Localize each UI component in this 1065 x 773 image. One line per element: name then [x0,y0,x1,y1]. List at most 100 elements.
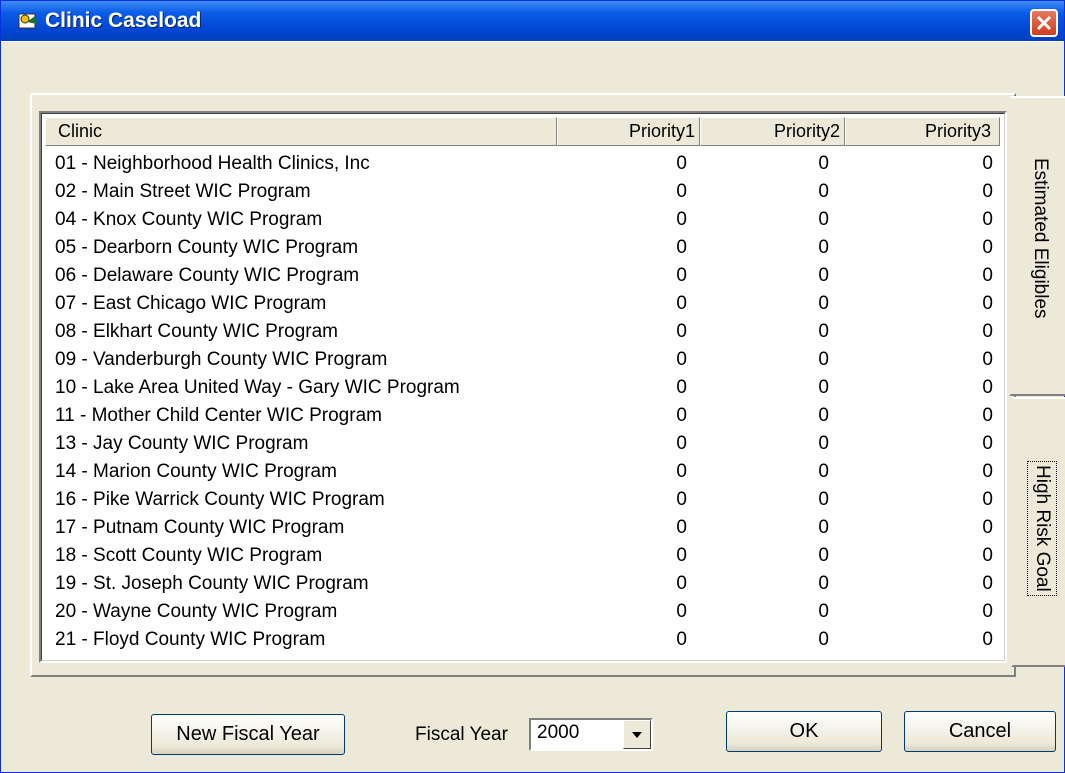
priority3-value: 0 [982,573,993,594]
clinic-name: 19 - St. Joseph County WIC Program [55,573,369,594]
priority1-value: 0 [676,629,687,650]
table-row[interactable]: 02 - Main Street WIC Program 0 0 0 [45,178,1003,206]
fiscal-year-select[interactable]: 2000 [529,718,653,751]
priority1-value: 0 [676,573,687,594]
priority3-value: 0 [982,489,993,510]
fiscal-year-value: 2000 [537,722,580,743]
clinic-name: 09 - Vanderburgh County WIC Program [55,349,388,370]
priority3-value: 0 [982,545,993,566]
cancel-button[interactable]: Cancel [904,711,1056,752]
clinic-name: 14 - Marion County WIC Program [55,461,337,482]
column-header-clinic[interactable]: Clinic [45,117,557,146]
clinic-name: 05 - Dearborn County WIC Program [55,237,359,258]
clinic-name: 02 - Main Street WIC Program [55,181,311,202]
priority2-value: 0 [818,293,829,314]
table-row[interactable]: 11 - Mother Child Center WIC Program 0 0 0 [45,402,1003,430]
window-title: Clinic Caseload [45,9,202,32]
priority2-value: 0 [818,517,829,538]
ok-button[interactable]: OK [726,711,882,752]
priority2-value: 0 [818,181,829,202]
priority1-value: 0 [676,377,687,398]
priority1-value: 0 [676,293,687,314]
priority2-value: 0 [818,629,829,650]
priority1-value: 0 [676,209,687,230]
priority2-value: 0 [818,601,829,622]
clinic-name: 01 - Neighborhood Health Clinics, Inc [55,153,370,174]
priority2-value: 0 [818,405,829,426]
priority2-value: 0 [818,433,829,454]
table-row[interactable]: 19 - St. Joseph County WIC Program 0 0 0 [45,570,1003,598]
table-row[interactable]: 05 - Dearborn County WIC Program 0 0 0 [45,234,1003,262]
table-row[interactable]: 16 - Pike Warrick County WIC Program 0 0 0 [45,486,1003,514]
priority1-value: 0 [676,237,687,258]
priority3-value: 0 [982,349,993,370]
table-row[interactable]: 01 - Neighborhood Health Clinics, Inc 0 0 0 [45,150,1003,178]
table-row[interactable]: 10 - Lake Area United Way - Gary WIC Pro… [45,374,1003,402]
priority3-value: 0 [982,181,993,202]
tab-estimated-eligibles[interactable]: Estimated Eligibles [1009,96,1065,396]
priority2-value: 0 [818,349,829,370]
priority2-value: 0 [818,153,829,174]
clinic-name: 10 - Lake Area United Way - Gary WIC Pro… [55,377,460,398]
priority1-value: 0 [676,601,687,622]
clinic-app-icon [17,10,39,32]
table-row[interactable]: 04 - Knox County WIC Program 0 0 0 [45,206,1003,234]
clinic-name: 16 - Pike Warrick County WIC Program [55,489,385,510]
clinic-name: 13 - Jay County WIC Program [55,433,309,454]
priority2-value: 0 [818,321,829,342]
priority1-value: 0 [676,321,687,342]
priority3-value: 0 [982,629,993,650]
title-bar[interactable]: Clinic Caseload [1,1,1064,41]
table-row[interactable]: 13 - Jay County WIC Program 0 0 0 [45,430,1003,458]
priority1-value: 0 [676,349,687,370]
priority1-value: 0 [676,405,687,426]
fiscal-year-label: Fiscal Year [415,724,508,745]
priority1-value: 0 [676,489,687,510]
priority2-value: 0 [818,209,829,230]
priority1-value: 0 [676,433,687,454]
table-row[interactable]: 20 - Wayne County WIC Program 0 0 0 [45,598,1003,626]
clinic-name: 17 - Putnam County WIC Program [55,517,345,538]
table-row[interactable]: 09 - Vanderburgh County WIC Program 0 0 0 [45,346,1003,374]
priority3-value: 0 [982,293,993,314]
tab-estimated-eligibles-label: Estimated Eligibles [1030,158,1051,319]
priority3-value: 0 [982,265,993,286]
table-row[interactable]: 07 - East Chicago WIC Program 0 0 0 [45,290,1003,318]
clinic-name: 08 - Elkhart County WIC Program [55,321,338,342]
list-inner: Clinic Priority1 Priority2 Priority3 01 … [41,113,1005,661]
table-row[interactable]: 06 - Delaware County WIC Program 0 0 0 [45,262,1003,290]
column-header-priority3[interactable]: Priority3 [845,117,1000,146]
column-header-priority1[interactable]: Priority1 [557,117,700,146]
table-row[interactable]: 18 - Scott County WIC Program 0 0 0 [45,542,1003,570]
clinic-list[interactable]: Clinic Priority1 Priority2 Priority3 01 … [39,111,1007,663]
clinic-name: 21 - Floyd County WIC Program [55,629,326,650]
priority1-value: 0 [676,153,687,174]
new-fiscal-year-button[interactable]: New Fiscal Year [151,714,345,755]
priority3-value: 0 [982,153,993,174]
table-row[interactable]: 08 - Elkhart County WIC Program 0 0 0 [45,318,1003,346]
priority2-value: 0 [818,545,829,566]
table-row[interactable]: 17 - Putnam County WIC Program 0 0 0 [45,514,1003,542]
clinic-name: 11 - Mother Child Center WIC Program [55,405,382,426]
table-row[interactable]: 21 - Floyd County WIC Program 0 0 0 [45,626,1003,654]
clinic-name: 04 - Knox County WIC Program [55,209,323,230]
priority3-value: 0 [982,209,993,230]
clinic-name: 07 - East Chicago WIC Program [55,293,327,314]
tab-high-risk-goal-label: High Risk Goal [1027,461,1057,596]
fiscal-year-dropdown-button[interactable] [623,720,651,749]
new-fiscal-year-label: New Fiscal Year [176,723,320,745]
ok-label: OK [789,720,819,742]
cancel-label: Cancel [948,720,1012,742]
clinic-name: 20 - Wayne County WIC Program [55,601,338,622]
priority3-value: 0 [982,321,993,342]
priority3-value: 0 [982,377,993,398]
tab-high-risk-goal[interactable]: High Risk Goal [1011,397,1065,667]
priority1-value: 0 [676,181,687,202]
priority3-value: 0 [982,237,993,258]
table-row[interactable]: 14 - Marion County WIC Program 0 0 0 [45,458,1003,486]
priority3-value: 0 [982,405,993,426]
priority3-value: 0 [982,517,993,538]
column-header-priority2[interactable]: Priority2 [700,117,845,146]
clinic-name: 18 - Scott County WIC Program [55,545,323,566]
close-button[interactable] [1030,9,1058,37]
